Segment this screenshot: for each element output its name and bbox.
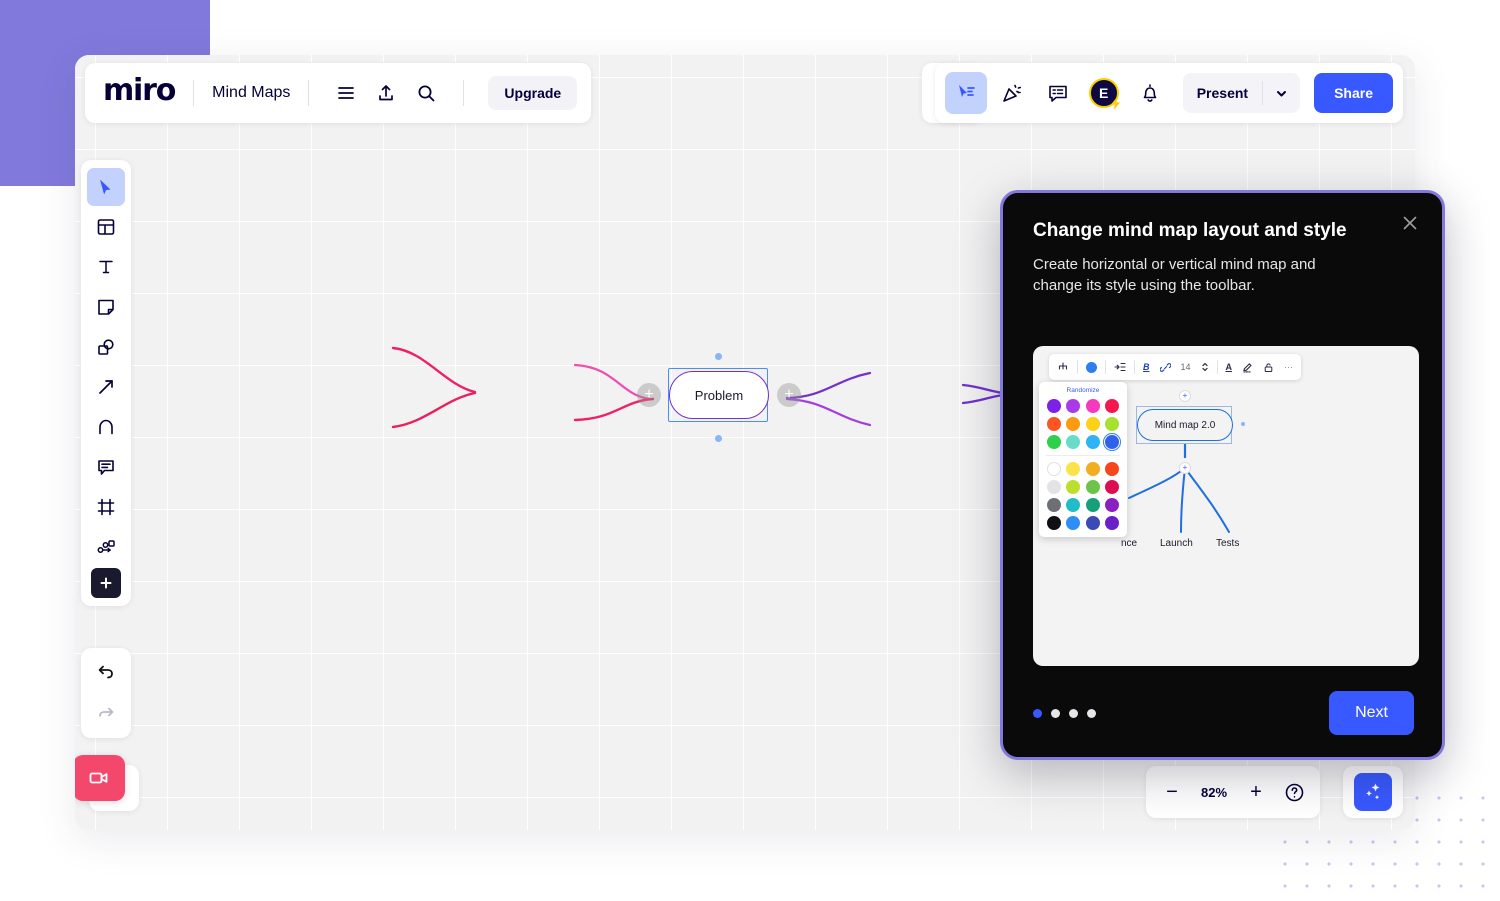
shapes-tool[interactable] <box>87 328 125 366</box>
arrow-tool[interactable] <box>87 368 125 406</box>
account-toolbar: E Present Share <box>934 63 1403 123</box>
party-popper-icon[interactable] <box>991 72 1033 114</box>
board-title[interactable]: Mind Maps <box>212 84 290 102</box>
close-x-icon[interactable] <box>1396 209 1424 237</box>
undo-arrow-icon[interactable] <box>87 654 125 692</box>
zoom-level[interactable]: 82% <box>1192 785 1236 800</box>
preview-root-label: Mind map 2.0 <box>1154 419 1216 431</box>
mindmap-node-problem[interactable]: Problem <box>669 371 769 419</box>
video-camera-icon[interactable] <box>75 755 125 801</box>
onboarding-modal: Change mind map layout and style Create … <box>1000 190 1445 760</box>
add-child-right-handle[interactable]: + <box>777 383 801 407</box>
pagination-dot[interactable] <box>1033 708 1042 718</box>
redo-arrow-icon[interactable] <box>87 694 125 732</box>
selection-handle-bottom[interactable] <box>715 435 722 442</box>
pen-tool[interactable] <box>87 408 125 446</box>
select-tool[interactable] <box>87 168 125 206</box>
divider <box>463 80 465 106</box>
bell-icon[interactable] <box>1129 72 1171 114</box>
modal-preview-image: B 14 A ··· Randomize Mind map 2.0 + + nc… <box>1033 346 1419 666</box>
preview-handle-right[interactable] <box>1241 422 1245 426</box>
preview-connectors <box>1128 444 1230 533</box>
pagination-dot[interactable] <box>1051 708 1060 718</box>
text-tool[interactable] <box>87 248 125 286</box>
modal-title: Change mind map layout and style <box>1033 220 1347 241</box>
board-header-bar: miro Mind Maps Upgrade <box>85 63 592 123</box>
sticky-note-tool[interactable] <box>87 288 125 326</box>
search-icon[interactable] <box>407 74 445 112</box>
pagination-dot[interactable] <box>1069 708 1078 718</box>
pagination-dot[interactable] <box>1087 708 1096 718</box>
upload-icon[interactable] <box>367 74 405 112</box>
modal-subtitle: Create horizontal or vertical mind map a… <box>1033 255 1316 295</box>
pagination-dots <box>1033 708 1096 718</box>
add-child-left-handle[interactable]: + <box>637 383 661 407</box>
comment-tool[interactable] <box>87 448 125 486</box>
modal-footer: Next <box>1033 691 1414 735</box>
selection-handle-top[interactable] <box>715 353 722 360</box>
preview-add-bottom-handle[interactable]: + <box>1179 462 1191 474</box>
sparkles-icon[interactable] <box>1354 773 1392 811</box>
screenshot-root: Problem + + miro Mind Maps Upgrade E Pre… <box>0 0 1500 901</box>
question-circle-icon[interactable] <box>1276 774 1312 810</box>
node-label: Problem <box>694 387 744 403</box>
chevron-down-icon[interactable] <box>1263 87 1300 100</box>
zoom-out-button[interactable]: − <box>1154 774 1190 810</box>
divider <box>308 80 310 106</box>
preview-child-label-2: Tests <box>1216 538 1240 549</box>
lightning-bolt-icon <box>1110 97 1122 110</box>
ai-panel <box>1343 766 1403 818</box>
more-apps-tool[interactable] <box>91 568 121 598</box>
left-toolbar <box>81 160 131 606</box>
next-button[interactable]: Next <box>1329 691 1414 735</box>
frame-tool[interactable] <box>87 488 125 526</box>
present-button[interactable]: Present <box>1183 85 1262 101</box>
zoom-in-button[interactable]: + <box>1238 774 1274 810</box>
divider <box>193 80 195 106</box>
avatar[interactable]: E <box>1083 72 1125 114</box>
zoom-toolbar: − 82% + <box>1146 766 1320 818</box>
preview-child-label-1: Launch <box>1160 538 1193 549</box>
preview-add-top-handle[interactable]: + <box>1179 390 1191 402</box>
hamburger-menu-icon[interactable] <box>327 74 365 112</box>
preview-child-label-0: nce <box>1121 538 1138 549</box>
share-button[interactable]: Share <box>1314 73 1393 113</box>
miro-logo[interactable]: miro <box>103 76 176 110</box>
upgrade-button[interactable]: Upgrade <box>488 76 578 110</box>
preview-root-node[interactable]: Mind map 2.0 <box>1137 409 1233 441</box>
comment-list-icon[interactable] <box>1037 72 1079 114</box>
plus-glyph: + <box>644 386 654 403</box>
flowchart-tool[interactable] <box>87 528 125 566</box>
present-control: Present <box>1182 73 1301 113</box>
cursor-share-icon[interactable] <box>944 72 987 114</box>
history-toolbar <box>81 648 131 738</box>
plus-glyph: + <box>784 386 794 403</box>
templates-tool[interactable] <box>87 208 125 246</box>
